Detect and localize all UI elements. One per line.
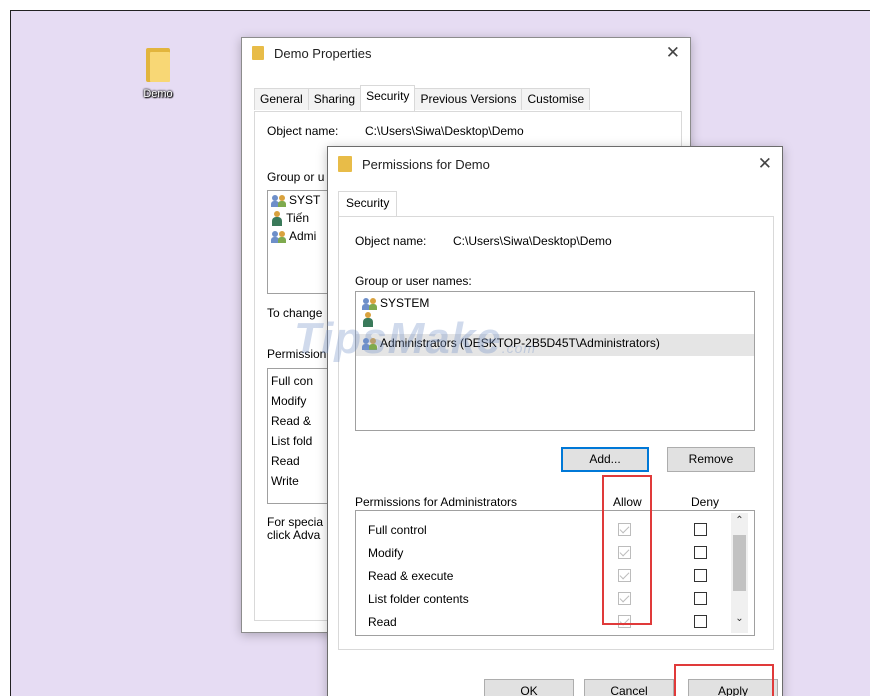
desktop-icon-demo[interactable]: Demo [131, 46, 185, 100]
deny-checkbox[interactable] [694, 635, 707, 636]
tab-general[interactable]: General [254, 88, 309, 110]
deny-checkbox[interactable] [694, 569, 707, 582]
group-label: Group or u [267, 170, 325, 184]
scrollbar-thumb[interactable] [733, 535, 746, 591]
object-name-value: C:\Users\Siwa\Desktop\Demo [365, 124, 524, 138]
tab-security[interactable]: Security [360, 85, 416, 111]
permissions-dialog: Permissions for Demo ✕ Security Object n… [327, 146, 783, 696]
tab-security[interactable]: Security [338, 191, 398, 217]
deny-checkbox[interactable] [694, 615, 707, 628]
add-button[interactable]: Add... [561, 447, 649, 472]
close-icon[interactable]: ✕ [758, 154, 772, 174]
remove-button[interactable]: Remove [667, 447, 755, 472]
user-icon [271, 210, 283, 227]
properties-titlebar: Demo Properties ✕ [242, 38, 690, 68]
permission-row: Modify [368, 546, 404, 560]
tab-customise[interactable]: Customise [521, 88, 591, 110]
chevron-up-icon[interactable]: ⌃ [731, 515, 748, 526]
permissions-title: Permissions for Demo [362, 156, 490, 172]
cancel-button[interactable]: Cancel [584, 679, 674, 696]
permissions-panel: Object name: C:\Users\Siwa\Desktop\Demo … [338, 216, 774, 650]
deny-header: Deny [691, 495, 720, 509]
object-name-label: Object name: [355, 234, 427, 248]
allow-column-highlight [602, 475, 652, 625]
permission-row: Full control [368, 523, 427, 537]
properties-title: Demo Properties [274, 45, 372, 61]
permissions-titlebar: Permissions for Demo ✕ [328, 147, 782, 181]
tab-sharing[interactable]: Sharing [307, 88, 362, 110]
permissions-listbox: Full control Modify Read & execute List … [355, 510, 755, 636]
permission-row: List folder contents [368, 592, 469, 606]
permission-row: Read [368, 615, 397, 629]
deny-checkbox[interactable] [694, 523, 707, 536]
desktop: Demo Demo Properties ✕ General Sharing S… [10, 10, 870, 696]
users-icon [271, 230, 287, 244]
permission-row: Read & execute [368, 569, 454, 583]
chevron-down-icon[interactable]: ⌄ [731, 613, 748, 624]
scrollbar[interactable]: ⌃ ⌄ [731, 513, 748, 633]
apply-button-highlight [674, 664, 774, 696]
permissions-header: Permissions for Administrators [355, 495, 518, 509]
deny-checkbox[interactable] [694, 546, 707, 559]
folder-icon [144, 46, 172, 84]
folder-icon [338, 156, 352, 172]
watermark: TipsMake.com [294, 314, 537, 363]
ok-button[interactable]: OK [484, 679, 574, 696]
desktop-icon-label: Demo [143, 88, 173, 100]
group-label: Group or user names: [355, 274, 472, 288]
tab-previous-versions[interactable]: Previous Versions [414, 88, 523, 110]
allow-checkbox [618, 635, 631, 636]
close-icon[interactable]: ✕ [666, 43, 680, 63]
permissions-tabs: Security [338, 190, 782, 217]
object-name-value: C:\Users\Siwa\Desktop\Demo [453, 234, 612, 248]
properties-tabs: General Sharing Security Previous Versio… [254, 84, 690, 111]
deny-checkbox[interactable] [694, 592, 707, 605]
object-name-label: Object name: [267, 124, 339, 138]
users-icon [362, 297, 378, 311]
users-icon [271, 194, 287, 208]
special-text: For specia click Adva [267, 515, 324, 542]
folder-icon [252, 46, 264, 60]
list-item[interactable]: SYSTEM [356, 292, 754, 312]
